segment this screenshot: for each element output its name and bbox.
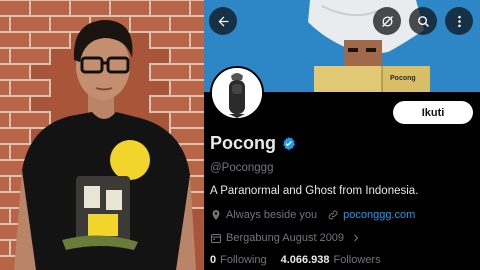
following-label: Following — [220, 254, 267, 266]
followers-label: Followers — [333, 254, 381, 266]
search-button[interactable] — [409, 7, 437, 35]
profile-location: Always beside you — [226, 209, 318, 221]
follow-button[interactable]: Ikuti — [393, 101, 473, 124]
location-pin-icon — [212, 210, 220, 220]
notifications-button[interactable] — [373, 7, 401, 35]
profile-meta-location-website: Always beside you poconggg.com — [210, 209, 415, 221]
profile-name: Pocong — [210, 133, 276, 153]
link-icon — [328, 210, 338, 220]
chevron-right-icon[interactable] — [350, 232, 362, 244]
profile-joined-date: Bergabung August 2009 — [226, 232, 345, 244]
person-photo-illustration — [0, 0, 204, 270]
bell-off-icon — [381, 15, 393, 27]
more-vertical-icon — [457, 15, 461, 27]
profile-bio: A Paranormal and Ghost from Indonesia. — [210, 185, 419, 197]
profile-website-link[interactable]: poconggg.com — [343, 209, 415, 221]
arrow-left-icon — [218, 16, 228, 26]
profile-panel: Pocong Ikuti Pocong @Poconggg A Paranorm… — [204, 0, 480, 270]
profile-name-row: Pocong — [210, 133, 296, 154]
person-photo — [0, 0, 204, 270]
following-count: 0 — [210, 254, 217, 266]
avatar[interactable] — [210, 66, 264, 120]
followers-count: 4.066.938 — [280, 254, 330, 266]
search-icon — [417, 15, 429, 27]
more-button[interactable] — [445, 7, 473, 35]
back-button[interactable] — [209, 7, 237, 35]
profile-handle: @Poconggg — [210, 162, 274, 174]
following-stat[interactable]: 0 Following — [210, 254, 267, 266]
profile-joined-row: Bergabung August 2009 — [210, 232, 366, 244]
followers-stat[interactable]: 4.066.938 Followers — [281, 254, 381, 266]
book-cover-text: Pocong — [390, 75, 416, 82]
verified-badge-icon — [283, 136, 295, 151]
calendar-icon — [211, 234, 221, 243]
pocong-avatar-image — [212, 68, 262, 118]
profile-stats: 0 Following 4.066.938 Followers — [210, 254, 381, 266]
